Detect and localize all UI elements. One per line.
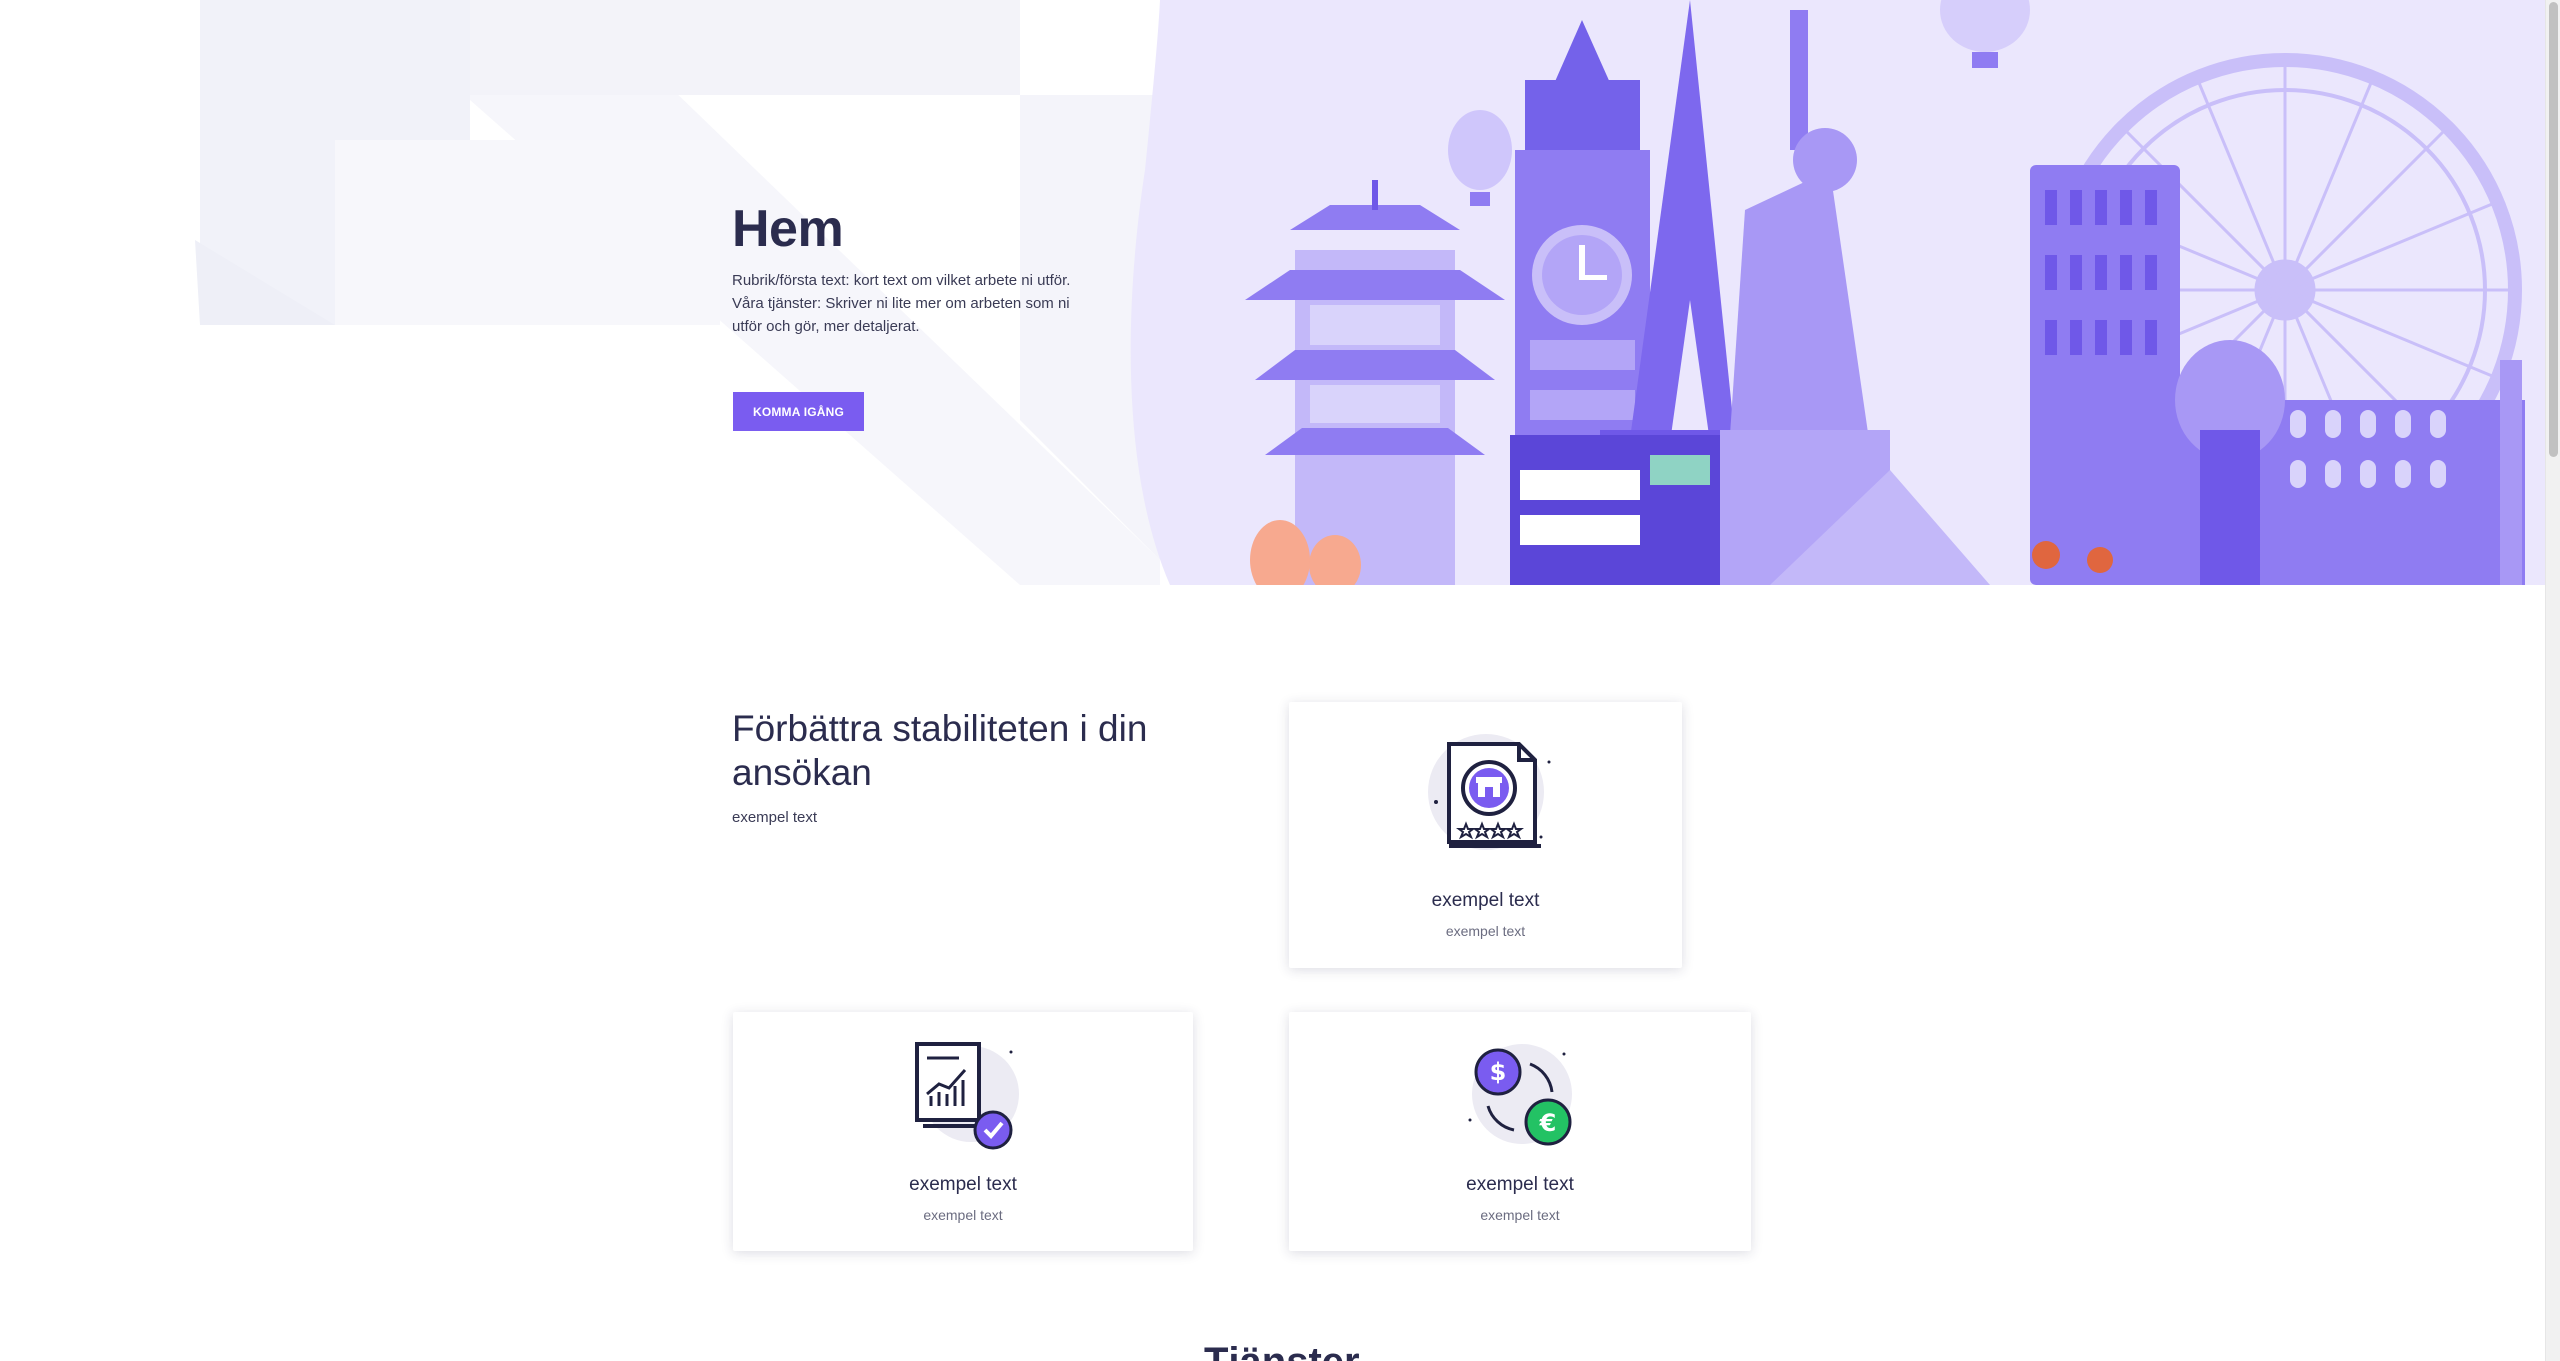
feature-card: $ € exempel text exempel text xyxy=(1289,1012,1751,1251)
hero-description: Rubrik/första text: kort text om vilket … xyxy=(732,272,1071,335)
svg-text:$: $ xyxy=(1490,1058,1507,1086)
scrollbar-thumb[interactable] xyxy=(2549,2,2558,457)
svg-text:€: € xyxy=(1539,1109,1557,1137)
world-landmarks-illustration xyxy=(1130,0,2545,585)
card-subtitle: exempel text xyxy=(923,1207,1003,1223)
page-title: Hem xyxy=(732,200,844,258)
features-heading: Förbättra stabiliteten i din ansökan xyxy=(732,708,1148,793)
kiosk xyxy=(1510,435,1720,585)
page-scrollbar[interactable] xyxy=(2545,0,2560,1361)
currency-exchange-icon: $ € xyxy=(1468,1044,1572,1146)
get-started-button[interactable]: KOMMA IGÅNG xyxy=(733,392,864,431)
hero-copy: Hem Rubrik/första text: kort text om vil… xyxy=(732,195,1112,338)
card-subtitle: exempel text xyxy=(1480,1207,1560,1223)
card-title: exempel text xyxy=(909,1174,1017,1195)
feature-card: exempel text exempel text xyxy=(1289,702,1682,968)
services-heading: Tjänster xyxy=(1204,1340,1360,1361)
card-title: exempel text xyxy=(1431,890,1540,911)
features-subtext: exempel text xyxy=(732,809,818,826)
card-title: exempel text xyxy=(1466,1174,1574,1195)
store-document-icon xyxy=(1427,734,1550,850)
report-check-icon xyxy=(915,1042,1019,1150)
feature-card: exempel text exempel text xyxy=(733,1012,1193,1251)
hero-section: Hem Rubrik/första text: kort text om vil… xyxy=(0,0,2545,585)
card-subtitle: exempel text xyxy=(1445,923,1526,939)
